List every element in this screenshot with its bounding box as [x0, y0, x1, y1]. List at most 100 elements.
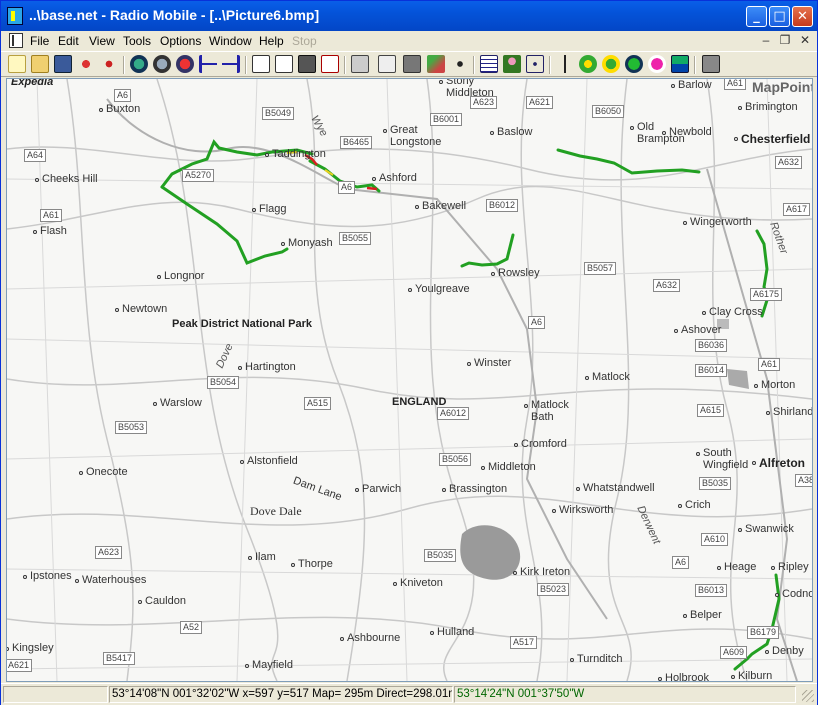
title-bar[interactable]: ..\base.net - Radio Mobile - [..\Picture…	[1, 1, 817, 31]
place-label: Shirland	[773, 406, 813, 418]
town-marker	[683, 221, 687, 225]
status-cell-blank	[3, 686, 108, 703]
town-marker	[372, 177, 376, 181]
menu-window[interactable]: Window	[209, 34, 252, 48]
place-label: Morton	[761, 379, 796, 391]
save-icon[interactable]	[54, 55, 72, 73]
town-marker	[585, 376, 589, 380]
import-left-icon[interactable]	[199, 55, 217, 73]
road-number-label: A632	[775, 156, 803, 169]
mdi-close-button[interactable]: ✕	[797, 33, 813, 47]
town-marker	[671, 84, 675, 88]
pdf-icon[interactable]	[321, 55, 339, 73]
resize-grip-icon[interactable]	[802, 690, 814, 702]
network-links-icon[interactable]	[100, 55, 118, 73]
mdi-restore-button[interactable]: ❐	[777, 33, 793, 47]
document-icon[interactable]	[9, 33, 23, 48]
menu-view[interactable]: View	[89, 34, 115, 48]
road-number-label: A38	[795, 474, 812, 487]
route-icon[interactable]	[648, 55, 666, 73]
place-label: Bakewell	[422, 200, 467, 212]
copy-icon[interactable]	[378, 55, 396, 73]
menu-options[interactable]: Options	[160, 34, 201, 48]
stack-icon[interactable]	[427, 55, 445, 73]
new-icon[interactable]	[8, 55, 26, 73]
paste-icon[interactable]	[403, 55, 421, 73]
merge-icon[interactable]	[451, 55, 469, 73]
globe-green-icon[interactable]	[625, 55, 643, 73]
toolbar	[1, 51, 817, 77]
open-icon[interactable]	[31, 55, 49, 73]
menu-tools[interactable]: Tools	[123, 34, 151, 48]
place-label: Denby	[772, 645, 804, 657]
mdi-minimize-button[interactable]: –	[758, 33, 774, 47]
menu-edit[interactable]: Edit	[58, 34, 79, 48]
town-marker	[754, 384, 758, 388]
person-icon[interactable]	[503, 55, 521, 73]
exit-icon[interactable]	[702, 55, 720, 73]
place-label: Onecote	[86, 466, 128, 478]
place-label: Brimington	[745, 101, 798, 113]
map-view[interactable]: Buxton Cheeks Hill Flash Longnor Newtown Hart…	[6, 78, 813, 682]
place-label: Waterhouses	[82, 574, 147, 586]
page-edit-icon[interactable]	[275, 55, 293, 73]
page-icon[interactable]	[252, 55, 270, 73]
place-label: Brassington	[449, 483, 508, 495]
road-number-label: A632	[653, 279, 681, 292]
place-label: Kirk Ireton	[520, 566, 571, 578]
road-number-label: B5049	[262, 107, 295, 120]
place-label: Cheeks Hill	[42, 173, 98, 185]
town-marker	[576, 487, 580, 491]
world-icon[interactable]	[130, 55, 148, 73]
town-marker	[702, 311, 706, 315]
print-icon[interactable]	[351, 55, 369, 73]
menu-help[interactable]: Help	[259, 34, 284, 48]
place-label: Ilam	[255, 551, 276, 563]
maximize-button[interactable]: □	[769, 6, 790, 27]
unit-list-icon[interactable]	[480, 55, 498, 73]
radio-mobile-app-icon[interactable]	[7, 7, 23, 25]
place-label: Mayfield	[252, 659, 293, 671]
place-label: Kniveton	[400, 577, 443, 589]
town-marker	[752, 461, 756, 465]
polar-icon[interactable]	[602, 55, 620, 73]
menu-file[interactable]: File	[30, 34, 49, 48]
coverage-icon[interactable]	[579, 55, 597, 73]
town-marker	[430, 631, 434, 635]
road-number-label: A623	[95, 546, 123, 559]
town-marker	[514, 443, 518, 447]
antenna-icon[interactable]	[556, 55, 574, 73]
import-right-icon[interactable]	[222, 55, 240, 73]
spectrum-icon[interactable]	[671, 55, 689, 73]
road-number-label: A609	[720, 646, 748, 659]
road-number-label: A6	[528, 316, 546, 329]
town-marker	[481, 466, 485, 470]
minimize-button[interactable]: _	[746, 6, 767, 27]
town-marker	[238, 366, 242, 370]
globe-icon[interactable]	[153, 55, 171, 73]
road-number-label: A61	[724, 79, 747, 90]
road-number-label: A52	[180, 621, 203, 634]
close-button[interactable]: ✕	[792, 6, 813, 27]
town-marker	[570, 658, 574, 662]
road-number-label: A6012	[437, 407, 470, 420]
refresh-icon[interactable]	[176, 55, 194, 73]
place-label: Whatstandwell	[583, 482, 655, 494]
place-label: Longnor	[164, 270, 205, 282]
road-number-label: A61	[758, 358, 781, 371]
place-label: Cauldon	[145, 595, 186, 607]
town-marker	[658, 677, 662, 681]
road-number-label: A64	[24, 149, 47, 162]
road-number-label: B5023	[537, 583, 570, 596]
town-marker	[765, 650, 769, 654]
town-marker	[442, 488, 446, 492]
road-number-label: B5057	[584, 262, 617, 275]
menu-bar: File Edit View Tools Options Window Help…	[1, 31, 817, 51]
floppy-icon[interactable]	[298, 55, 316, 73]
place-label: Youlgreave	[415, 283, 470, 295]
radio-link-icon[interactable]	[526, 55, 544, 73]
network-properties-icon[interactable]	[77, 55, 95, 73]
road-number-label: B5055	[339, 232, 372, 245]
town-marker	[281, 242, 285, 246]
town-marker	[738, 106, 742, 110]
